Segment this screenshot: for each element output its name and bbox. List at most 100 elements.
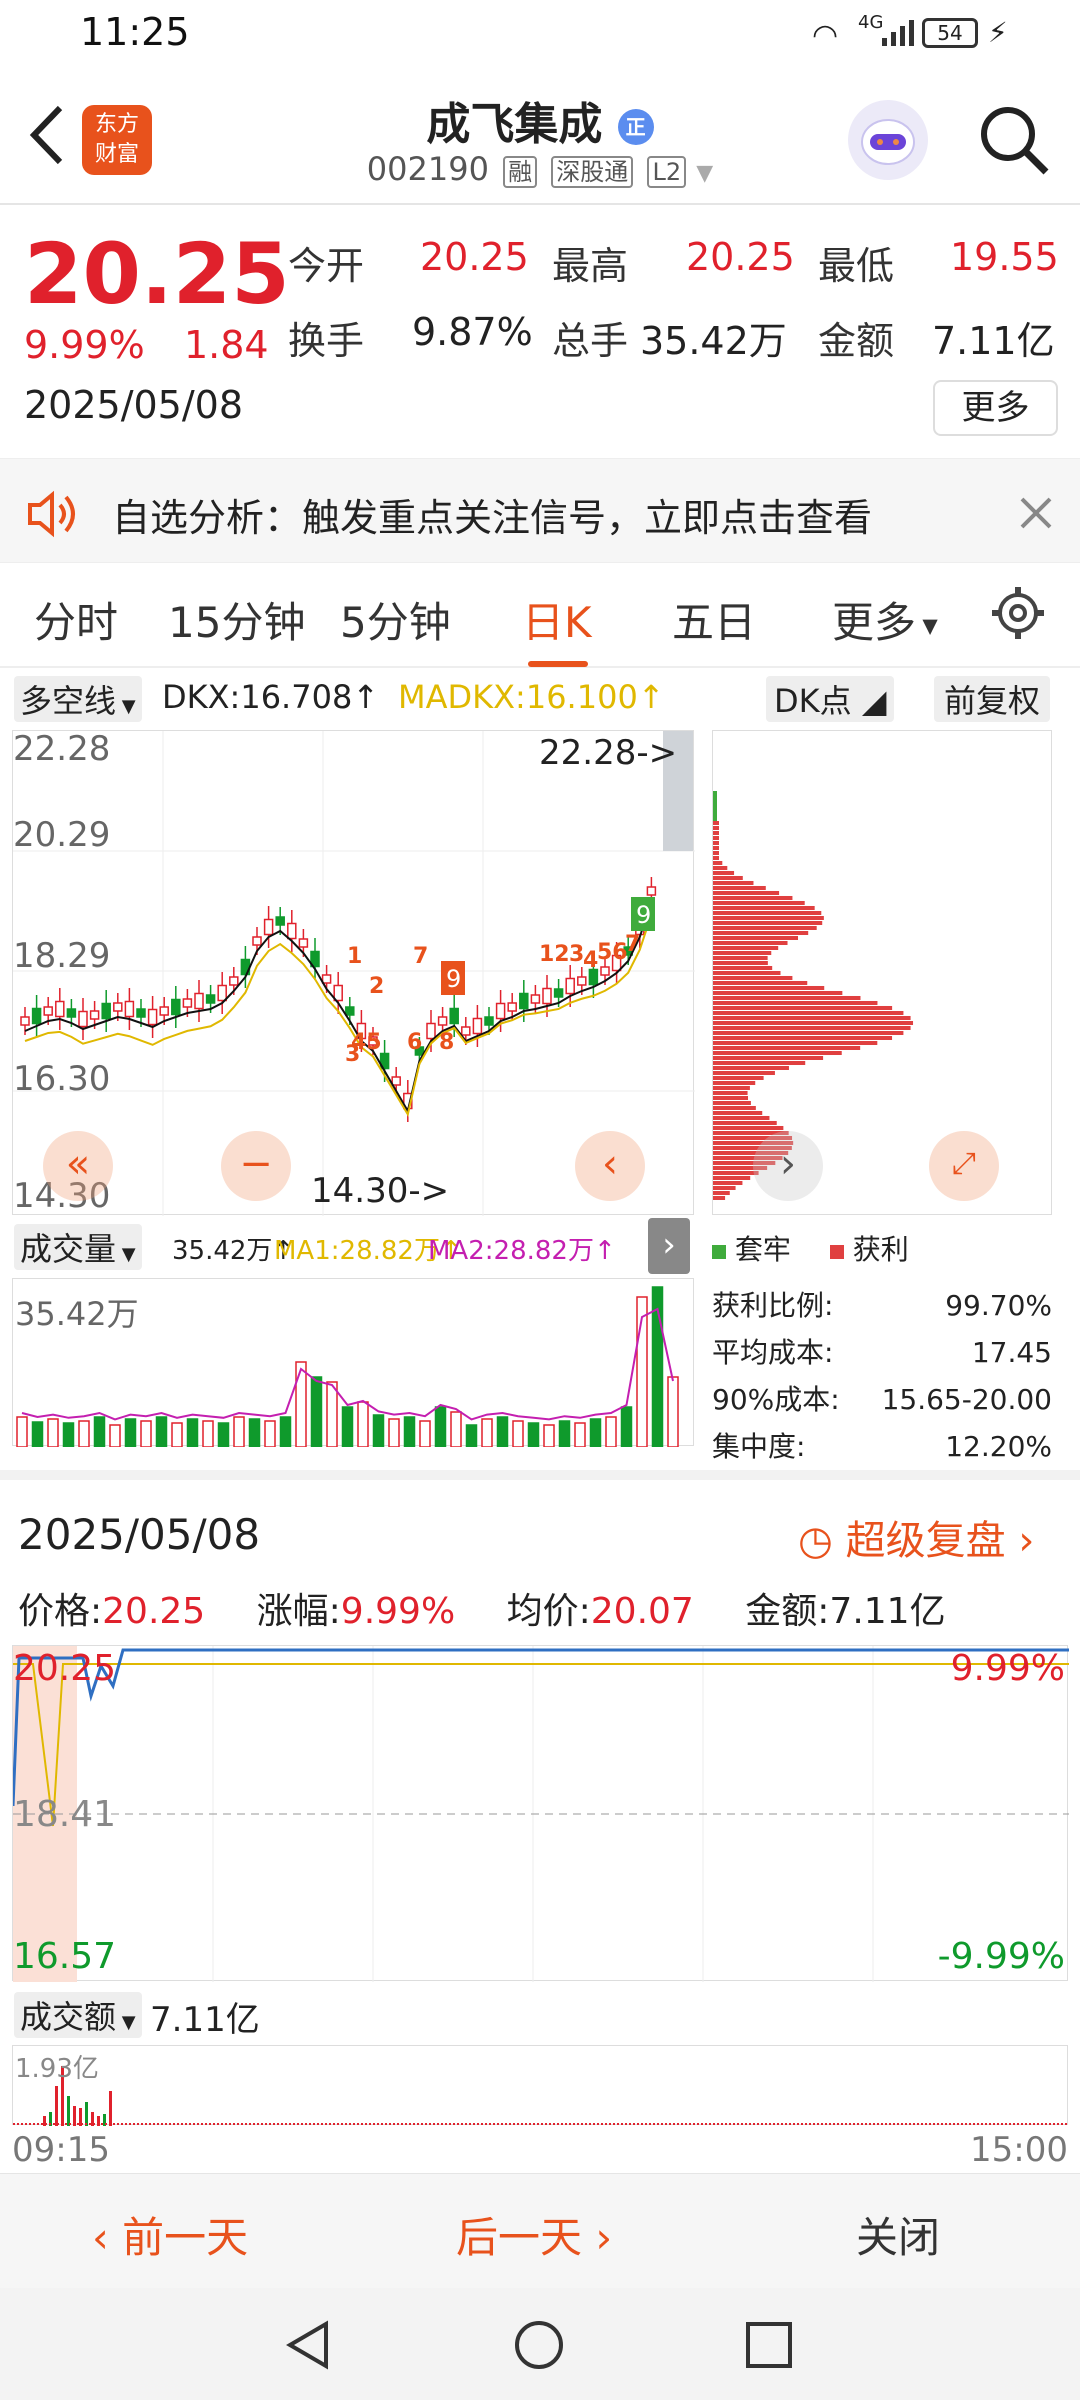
collapse-arrow-icon[interactable]: › <box>648 1218 690 1274</box>
chip-bar <box>713 1081 756 1085</box>
volume-bar <box>574 1422 586 1448</box>
notice-banner[interactable]: 自选分析：触发重点关注信号，立即点击查看 <box>0 458 1080 563</box>
super-replay-label: 超级复盘 <box>845 1518 1006 1564</box>
chip-bar <box>713 846 719 850</box>
next-day-button[interactable]: 后一天 › <box>456 2204 612 2265</box>
volume-bar <box>527 1422 540 1448</box>
next-day-label: 后一天 <box>456 2213 583 2262</box>
kline-chart[interactable]: 3 2 45 6 8 1 7 12 3 4 56 7 9 9 22.28 20.… <box>12 729 695 1216</box>
candle <box>391 1076 401 1086</box>
indicator-label: 多空线 <box>20 682 117 720</box>
wifi-icon: ◠ <box>812 18 839 53</box>
intraday-y-mid: 18.41 <box>13 1794 117 1835</box>
candle <box>136 1008 146 1018</box>
prev-icon[interactable]: ‹ <box>575 1131 645 1201</box>
signal-marker: 12 <box>539 942 570 967</box>
nav-recents-icon[interactable] <box>742 2318 796 2372</box>
dropdown-icon[interactable]: ▼ <box>696 161 713 186</box>
volume-select-label: 成交量 <box>20 1230 117 1268</box>
chip-row: 平均成本: 17.45 <box>712 1329 1052 1376</box>
amount-bar <box>55 2086 58 2126</box>
volume-chart[interactable]: 35.42万 <box>12 1278 694 1448</box>
nav-home-icon[interactable] <box>512 2318 566 2372</box>
candle <box>147 1008 158 1026</box>
tab-more[interactable]: 更多 ▼ <box>832 589 938 650</box>
chip-bar <box>713 1016 911 1020</box>
volume-bar <box>186 1418 199 1448</box>
candle <box>519 992 529 1010</box>
super-replay-button[interactable]: ◷ 超级复盘 › <box>798 1508 1034 1566</box>
candle <box>20 1016 30 1026</box>
close-button[interactable]: 关闭 <box>856 2204 940 2265</box>
tab-five-day[interactable]: 五日 <box>672 589 756 650</box>
chip-bar <box>713 836 719 840</box>
high-label: 最高 <box>552 244 629 288</box>
search-icon[interactable] <box>976 102 1052 178</box>
chip-bar <box>713 831 719 835</box>
intraday-y-top: 20.25 <box>13 1648 117 1689</box>
more-button[interactable]: 更多 <box>933 380 1058 436</box>
chip-bar <box>713 1181 743 1185</box>
dk-point-button[interactable]: DK点 ◢ <box>766 676 895 722</box>
tab-timeshare[interactable]: 分时 <box>34 589 118 650</box>
tab-daily-k[interactable]: 日K <box>522 589 592 650</box>
tab-15min[interactable]: 15分钟 <box>168 589 305 650</box>
volume-bar <box>434 1406 447 1448</box>
stock-header: 东方 财富 成飞集成 正 002190 融 深股通 L2 ▼ <box>0 70 1080 205</box>
indicator-select[interactable]: 多空线 ▼ <box>14 676 142 722</box>
chip-legend: 套牢 获利 <box>712 1228 909 1268</box>
buy-signal-9-text: 9 <box>636 901 651 929</box>
prev-day-button[interactable]: ‹ 前一天 <box>92 2204 248 2265</box>
amount-select-label: 成交额 <box>20 1998 117 2036</box>
assistant-avatar[interactable] <box>848 100 928 180</box>
chip-bar <box>713 981 808 985</box>
zoom-out-icon[interactable]: − <box>221 1131 291 1201</box>
volume-bar <box>605 1416 617 1448</box>
chip-bar <box>713 946 779 950</box>
candle <box>113 1002 123 1012</box>
chip-row: 获利比例: 99.70% <box>712 1282 1052 1329</box>
chip-bar <box>713 1106 756 1110</box>
scroll-left-icon[interactable]: « <box>43 1131 113 1201</box>
intraday-pct-top: 9.99% <box>950 1648 1065 1689</box>
volume-bar <box>465 1424 478 1448</box>
chip-bar <box>713 1041 878 1045</box>
y-label-top: 22.28 <box>13 729 111 769</box>
candle <box>217 984 227 1002</box>
chip-row: 集中度: 12.20% <box>712 1423 1052 1470</box>
candle <box>321 974 332 984</box>
adjust-button[interactable]: 前复权 <box>934 676 1051 722</box>
signal-marker: 2 <box>369 974 384 999</box>
volume-label: 总手 <box>552 319 629 363</box>
settings-icon[interactable] <box>990 585 1046 641</box>
chip-bar <box>713 1026 911 1030</box>
chip-bar <box>713 986 825 990</box>
nav-back-icon[interactable] <box>282 2318 336 2372</box>
bottom-action-bar: ‹ 前一天 后一天 › 关闭 <box>0 2173 1080 2288</box>
chip-bar <box>713 876 743 880</box>
close-icon[interactable] <box>1016 493 1056 533</box>
signal-marker: 1 <box>347 944 362 969</box>
volume-select[interactable]: 成交量 ▼ <box>14 1224 142 1270</box>
volume-bar <box>47 1418 59 1448</box>
intraday-chart[interactable]: 20.25 18.41 16.57 9.99% -9.99% <box>11 1645 1069 1982</box>
volume-bar <box>264 1420 276 1448</box>
expand-icon[interactable]: ⤢ <box>929 1131 999 1201</box>
candle <box>426 1022 436 1040</box>
tag-level2[interactable]: L2 <box>647 156 687 188</box>
volume-bar <box>202 1420 214 1448</box>
tab-5min[interactable]: 5分钟 <box>340 589 451 650</box>
amount-svg <box>13 2066 1069 2126</box>
volume-bar <box>295 1361 307 1448</box>
next-icon[interactable]: › <box>753 1131 823 1201</box>
turnover-value: 9.87% <box>412 310 533 354</box>
amount-chart[interactable]: 1.93亿 <box>12 2045 1069 2126</box>
chip-bar <box>713 1051 842 1055</box>
amount-select[interactable]: 成交额 ▼ <box>14 1992 142 2038</box>
sell-signal-9-text: 9 <box>446 965 461 993</box>
chip-distribution[interactable]: › ⤢ <box>712 730 1052 1215</box>
volume-bar <box>140 1420 152 1448</box>
chip-bar <box>713 956 768 960</box>
chip-bar <box>713 1036 893 1040</box>
candle <box>43 1006 53 1016</box>
